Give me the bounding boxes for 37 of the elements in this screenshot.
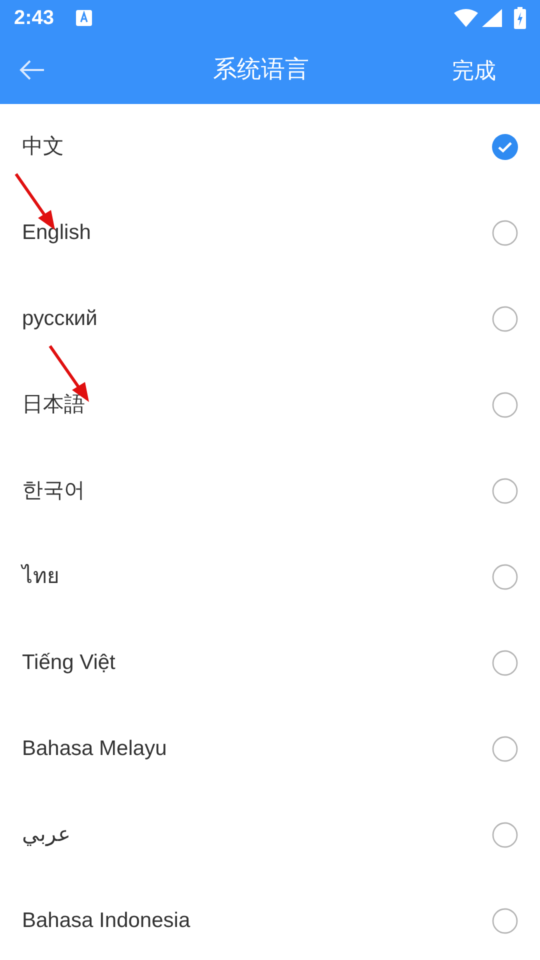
status-time: 2:43 [14,6,54,31]
radio-button[interactable] [492,220,518,246]
battery-icon [514,7,526,29]
language-name: Bahasa Melayu [22,736,168,762]
keyboard-app-icon [76,10,92,26]
radio-button[interactable] [492,650,518,676]
language-name: 中文 [22,134,65,160]
radio-button[interactable] [492,564,518,590]
language-name: عربي [22,822,72,848]
language-name: English [22,220,92,246]
language-item[interactable]: ไทย [0,534,540,620]
selected-radio[interactable] [492,134,518,160]
language-name: 한국어 [22,478,86,504]
radio-button[interactable] [492,478,518,504]
signal-icon [482,9,502,27]
language-item[interactable]: 中文 [0,104,540,190]
language-name: 日本語 [22,392,86,418]
language-name: Bahasa Indonesia [22,908,192,934]
language-item[interactable]: Tiếng Việt [0,620,540,706]
language-name: русский [22,306,98,332]
language-item[interactable]: Bahasa Melayu [0,706,540,792]
radio-button[interactable] [492,908,518,934]
radio-button[interactable] [492,306,518,332]
page-title: 系统语言 [213,55,309,85]
wifi-icon [454,9,478,27]
language-item[interactable]: русский [0,276,540,362]
language-item[interactable]: 日本語 [0,362,540,448]
language-item[interactable]: عربي [0,792,540,878]
radio-button[interactable] [492,822,518,848]
back-arrow-icon [18,58,46,82]
language-item[interactable]: 한국어 [0,448,540,534]
language-name: Tiếng Việt [22,650,116,676]
language-item[interactable]: English [0,190,540,276]
radio-button[interactable] [492,392,518,418]
language-name: ไทย [22,563,60,590]
radio-button[interactable] [492,736,518,762]
language-item[interactable]: Bahasa Indonesia [0,878,540,960]
